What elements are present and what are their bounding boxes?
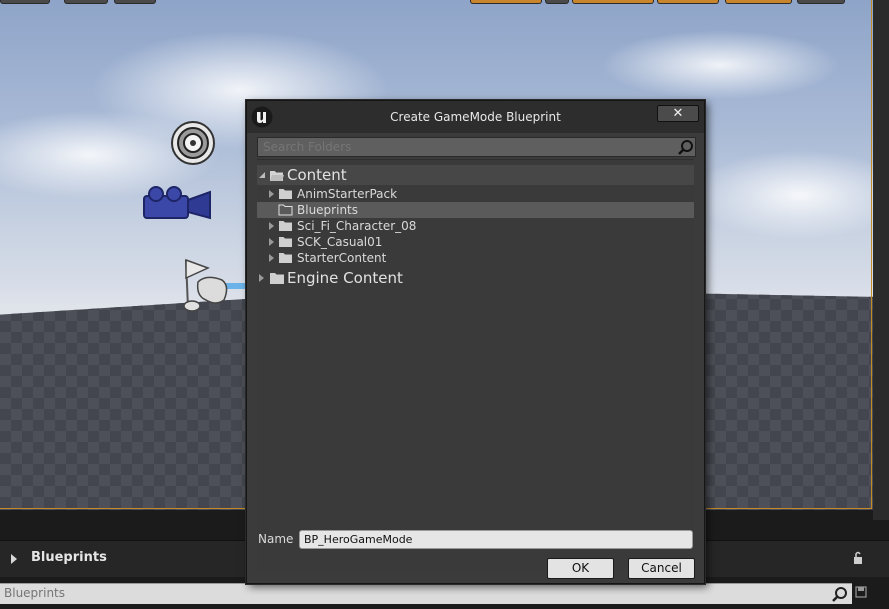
name-label: Name bbox=[258, 532, 294, 546]
panel-title: Blueprints bbox=[31, 550, 107, 565]
blueprints-search-input[interactable] bbox=[0, 584, 824, 602]
folder-empty-icon bbox=[278, 204, 293, 216]
folder-search-input[interactable] bbox=[258, 138, 668, 155]
tree-item-blueprints[interactable]: Blueprints bbox=[257, 202, 694, 218]
folder-icon bbox=[279, 237, 292, 247]
viewport-toolbar-button[interactable] bbox=[572, 0, 654, 4]
tree-item-label: Blueprints bbox=[297, 203, 359, 217]
tree-item-startercontent[interactable]: StarterContent bbox=[257, 250, 694, 266]
viewport-toolbar-button[interactable] bbox=[64, 0, 108, 4]
search-icon[interactable] bbox=[678, 139, 694, 155]
player-start-icon[interactable] bbox=[178, 256, 248, 314]
tree-item-label: Sci_Fi_Character_08 bbox=[297, 219, 417, 233]
close-button[interactable]: ✕ bbox=[657, 105, 699, 122]
tree-item-animstarterpack[interactable]: AnimStarterPack bbox=[257, 186, 694, 202]
create-gamemode-dialog: Create GameMode Blueprint ✕ Content Anim… bbox=[246, 100, 705, 584]
folder-open-icon bbox=[270, 171, 284, 181]
viewport-toolbar-button[interactable] bbox=[114, 0, 156, 4]
viewport-toolbar-button[interactable] bbox=[0, 0, 50, 4]
folder-icon bbox=[270, 273, 284, 284]
name-input[interactable] bbox=[300, 531, 689, 547]
tree-item-engine-content[interactable]: Engine Content bbox=[257, 268, 694, 288]
tree-item-sck-casual01[interactable]: SCK_Casual01 bbox=[257, 234, 694, 250]
lock-icon[interactable] bbox=[851, 551, 865, 565]
name-field[interactable] bbox=[299, 530, 693, 549]
viewport-toolbar-button[interactable] bbox=[725, 0, 792, 4]
right-panel-strip bbox=[873, 0, 889, 520]
save-icon[interactable] bbox=[855, 586, 867, 598]
folder-icon bbox=[279, 221, 292, 231]
expand-arrow-icon[interactable] bbox=[269, 222, 274, 230]
sky-cloud bbox=[600, 30, 840, 100]
viewport-toolbar-button[interactable] bbox=[545, 0, 569, 4]
expand-arrow-icon[interactable] bbox=[269, 254, 274, 262]
blueprints-search-bar[interactable] bbox=[0, 583, 852, 604]
folder-icon bbox=[279, 253, 292, 263]
close-icon: ✕ bbox=[672, 106, 684, 121]
expand-arrow-icon[interactable] bbox=[269, 190, 274, 198]
tree-item-label: AnimStarterPack bbox=[297, 187, 398, 201]
folder-search-box[interactable] bbox=[257, 137, 696, 157]
viewport-toolbar-button[interactable] bbox=[470, 0, 542, 4]
camera-icon[interactable] bbox=[142, 186, 214, 222]
folder-icon bbox=[279, 189, 292, 199]
sphere-reflection-icon[interactable] bbox=[170, 120, 216, 166]
viewport-toolbar-button[interactable] bbox=[657, 0, 719, 4]
cancel-button[interactable]: Cancel bbox=[628, 558, 695, 579]
tree-item-sci-fi-character-08[interactable]: Sci_Fi_Character_08 bbox=[257, 218, 694, 234]
sky-cloud bbox=[690, 150, 873, 240]
folder-tree: Content AnimStarterPack Blueprints Sci_F… bbox=[257, 159, 694, 570]
search-icon[interactable] bbox=[832, 586, 848, 602]
tree-item-label: SCK_Casual01 bbox=[297, 235, 383, 249]
tree-item-label: Engine Content bbox=[287, 269, 403, 287]
ok-button[interactable]: OK bbox=[547, 558, 614, 579]
dialog-title: Create GameMode Blueprint bbox=[390, 110, 561, 124]
expand-arrow-icon[interactable] bbox=[259, 274, 264, 282]
dialog-titlebar[interactable]: Create GameMode Blueprint ✕ bbox=[247, 101, 704, 133]
tree-item-content[interactable]: Content bbox=[257, 165, 694, 185]
tree-item-label: StarterContent bbox=[297, 251, 387, 265]
collapse-arrow-icon[interactable] bbox=[259, 172, 265, 178]
expand-arrow-icon[interactable] bbox=[11, 554, 17, 564]
viewport-toolbar-button[interactable] bbox=[797, 0, 845, 4]
expand-arrow-icon[interactable] bbox=[269, 238, 274, 246]
tree-item-label: Content bbox=[287, 166, 347, 184]
